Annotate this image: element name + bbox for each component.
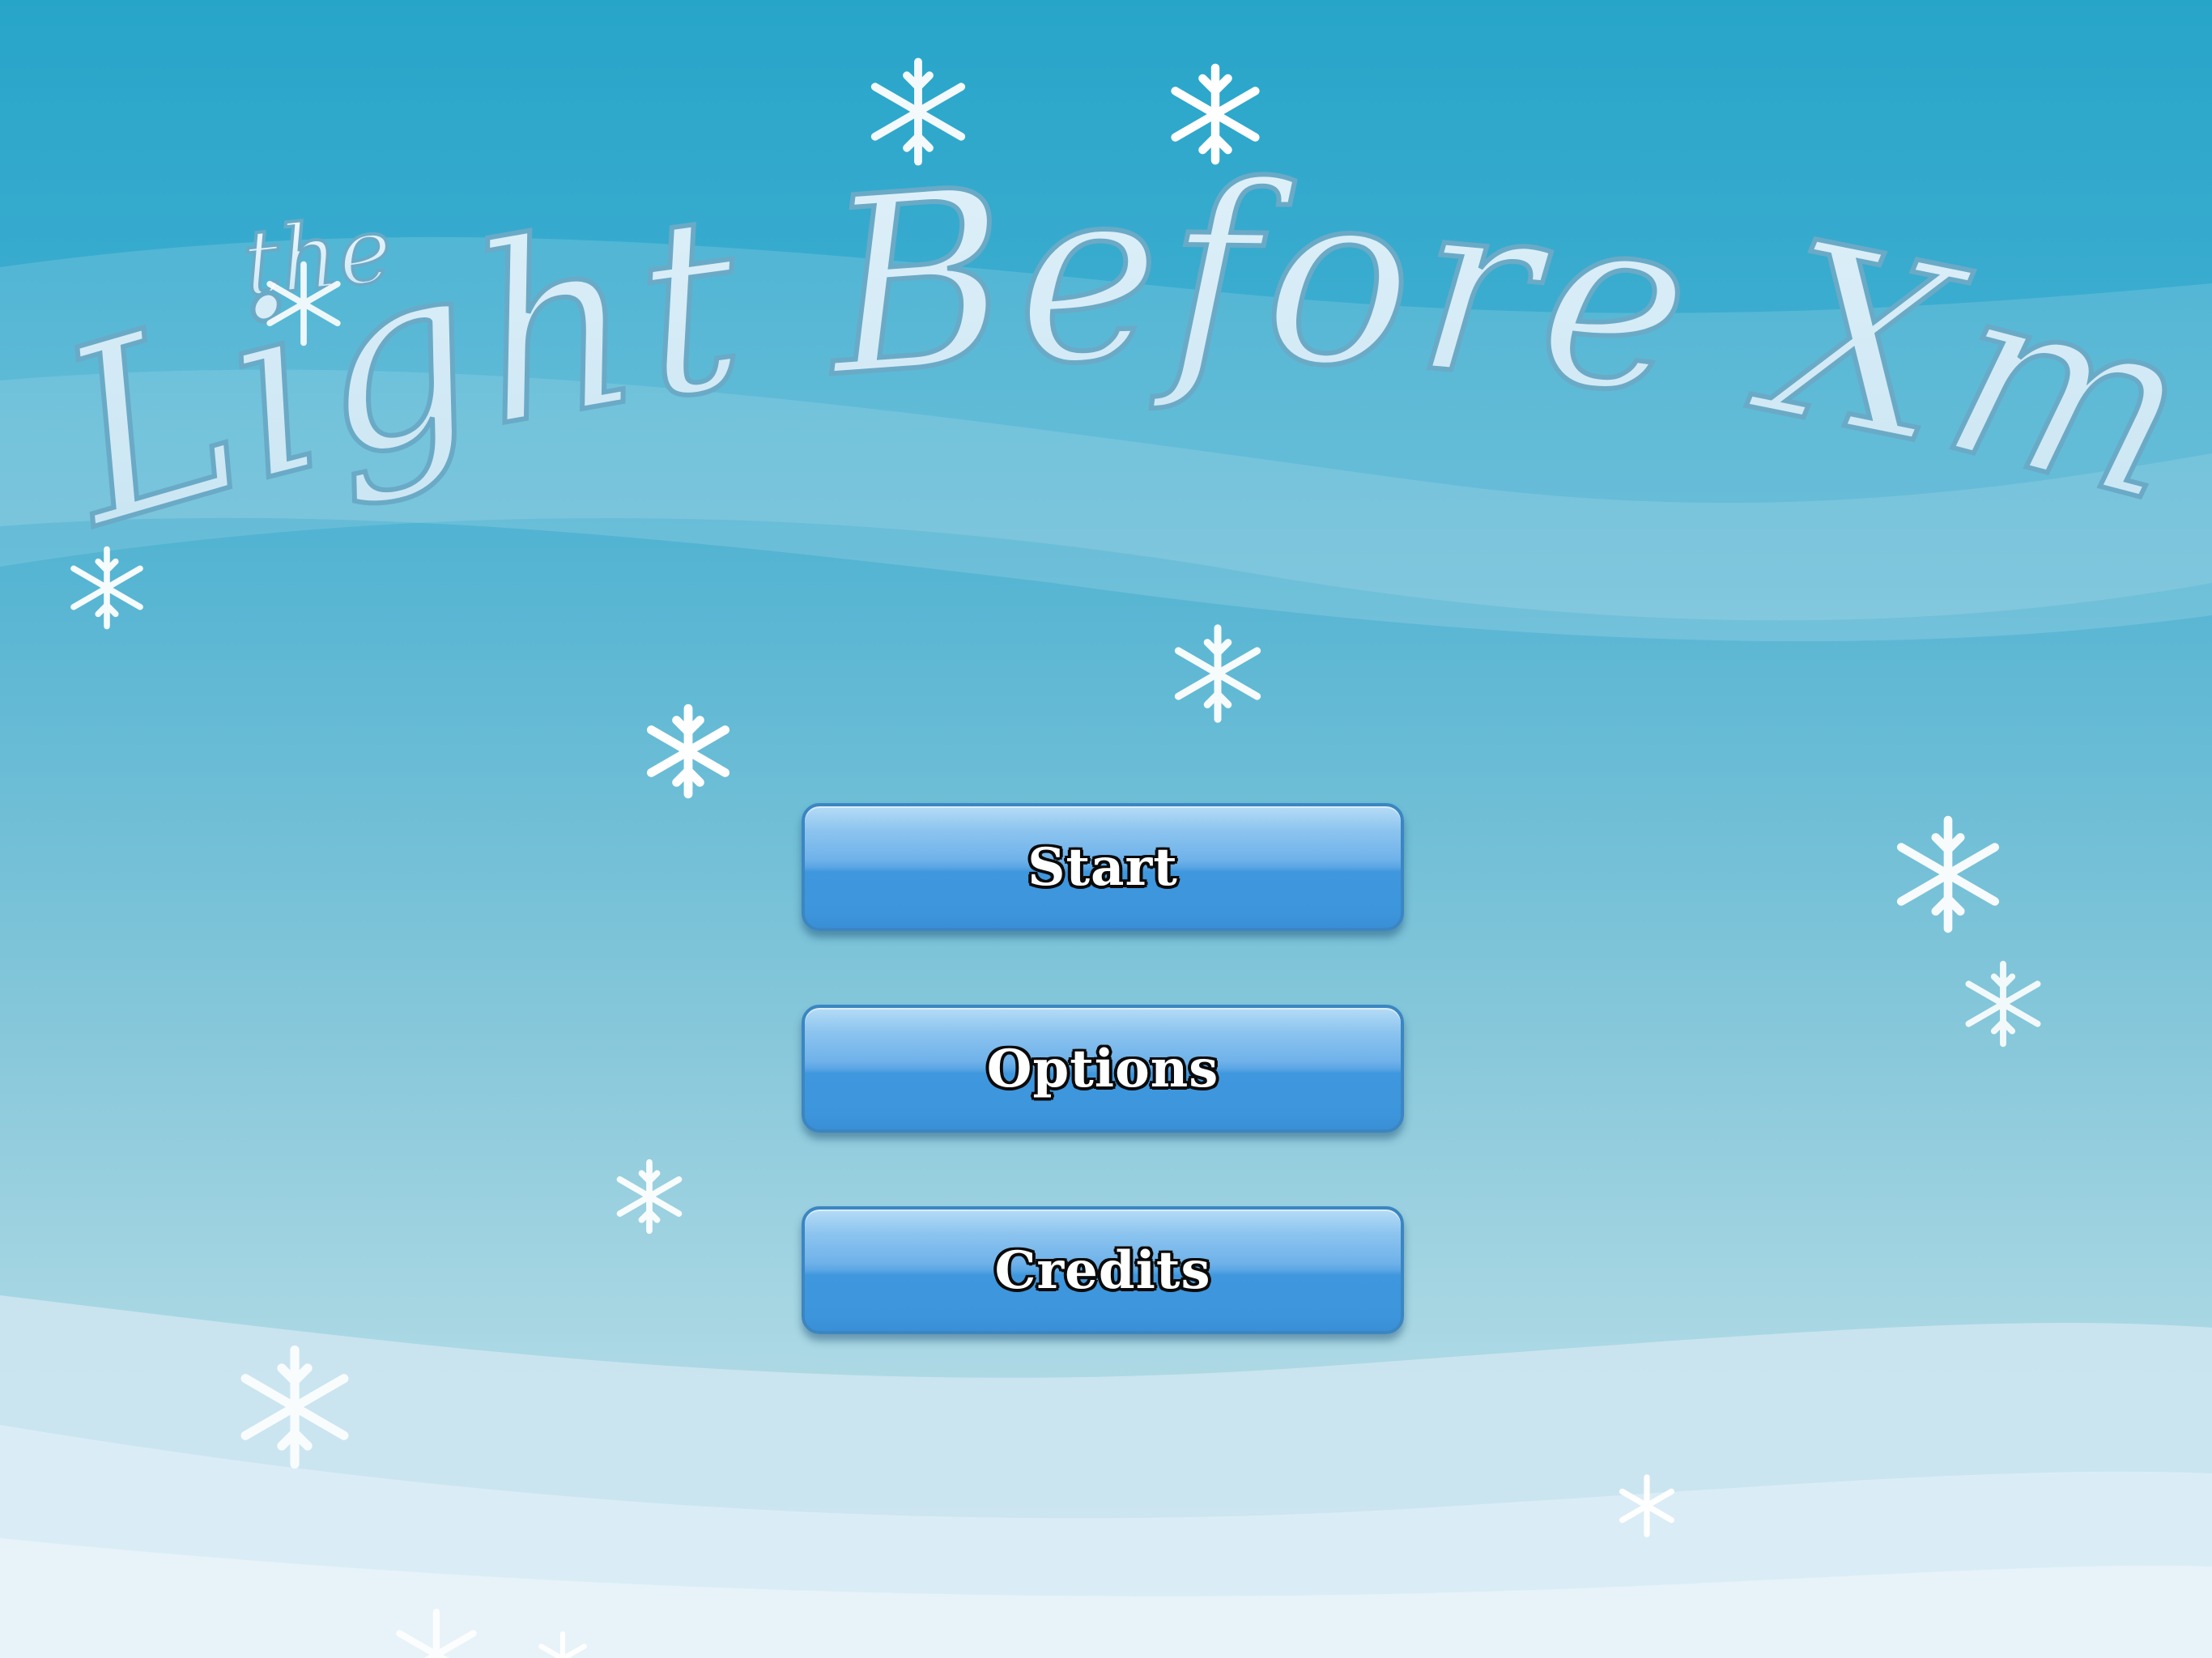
game-menu-screen: the Light Before Xmas (0, 0, 2212, 1658)
start-button-label: Start (1027, 836, 1178, 898)
snowflake-icon (1896, 815, 2000, 933)
options-button[interactable]: Options (802, 1005, 1404, 1133)
snowflake-icon (616, 1158, 683, 1235)
snowflake-icon (266, 261, 341, 346)
snowflake-icon (70, 546, 143, 630)
start-button[interactable]: Start (802, 803, 1404, 931)
snowflake-icon (1619, 1474, 1674, 1537)
snowflake-icon (1171, 63, 1260, 165)
snowflake-icon (870, 57, 966, 166)
snowflake-icon (1965, 960, 2041, 1048)
credits-button[interactable]: Credits (802, 1206, 1404, 1334)
snowflake-icon (396, 1609, 477, 1658)
snowflake-icon (240, 1346, 349, 1469)
snowflake-icon (647, 704, 730, 799)
snowflake-icon (1174, 624, 1261, 723)
snowflake-icon (538, 1631, 587, 1658)
options-button-label: Options (986, 1038, 1219, 1099)
credits-button-label: Credits (994, 1239, 1211, 1301)
